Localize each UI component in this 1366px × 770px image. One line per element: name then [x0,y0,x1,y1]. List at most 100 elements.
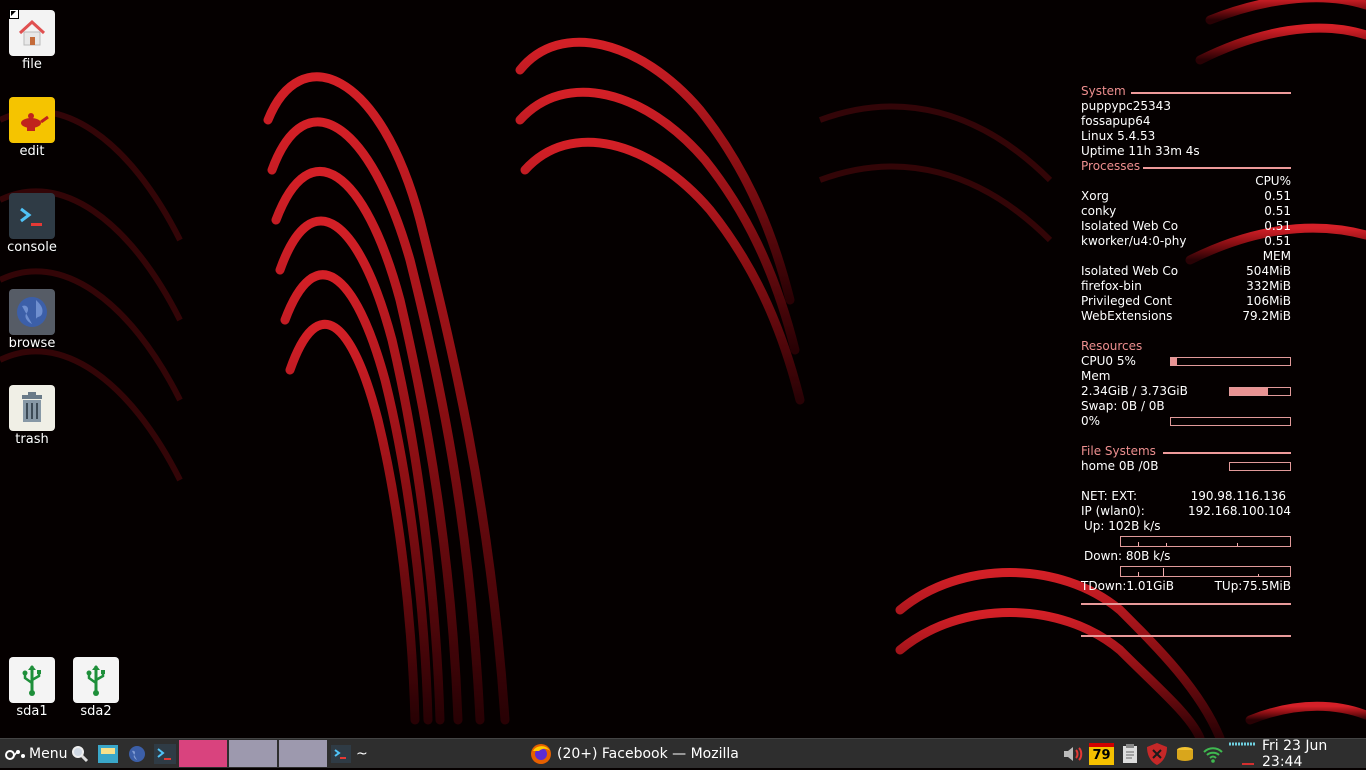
process-value: 0.51 [1264,189,1291,203]
conky-separator [1081,635,1291,637]
taskbar-task-firefox[interactable]: (20+) Facebook — Mozilla [530,739,739,768]
process-row: kworker/u4:0-phy 0.51 [1081,234,1291,249]
distro-name: fossapup64 [1081,114,1151,128]
section-heading: System [1081,84,1126,98]
launch-browser-button[interactable] [125,739,149,768]
globe-icon [129,745,145,762]
conky-separator [1081,603,1291,605]
upload-graph-row [1081,534,1291,549]
process-row: firefox-bin 332MiB [1081,279,1291,294]
wifi-icon [1203,746,1223,763]
uptime: Uptime 11h 33m 4s [1081,144,1200,158]
firewall-button[interactable] [1145,739,1169,768]
battery-value: 79 [1092,747,1111,763]
launch-terminal-button[interactable] [153,739,177,768]
desktop-icon-sda1[interactable]: sda1 [0,657,64,719]
process-row: Isolated Web Co 504MiB [1081,264,1291,279]
cpu-usage-row: CPU0 5% [1081,354,1291,369]
home-fs-row: home 0B /0B [1081,459,1291,474]
process-name: conky [1081,204,1117,218]
desktop-icon-edit[interactable]: edit [0,97,64,159]
download-speed: Down: 80B k/s [1084,549,1171,563]
process-value: 0.51 [1264,219,1291,233]
cpu-meter-icon [1229,742,1255,765]
desktop-icon-sda2[interactable]: sda2 [64,657,128,719]
mem-column-header: MEM [1262,249,1291,263]
taskbar-task-terminal[interactable]: ~ [331,739,368,768]
hostname: puppypc25343 [1081,99,1171,113]
process-row: Xorg 0.51 [1081,189,1291,204]
desktop-icon-label: sda1 [16,704,48,719]
battery-icon: 79 [1089,742,1114,765]
process-value: 332MiB [1246,279,1291,293]
desktop-icon [98,744,118,763]
section-processes: Processes [1081,159,1291,174]
terminal-icon [9,193,55,239]
menu-button[interactable]: Menu [4,739,67,768]
cpu-meter[interactable] [1228,739,1256,768]
process-name: Xorg [1081,189,1109,203]
workspace-1[interactable] [179,740,227,767]
kernel-version: Linux 5.4.53 [1081,129,1156,143]
firefox-icon [531,743,551,764]
search-icon [72,745,89,762]
external-ip: 190.98.116.136 [1190,489,1286,503]
section-system: System [1081,84,1291,99]
desktop-icon-label: sda2 [80,704,112,719]
section-heading: Processes [1081,159,1141,173]
volume-icon [1064,746,1083,761]
search-button[interactable] [68,739,92,768]
process-value: 106MiB [1246,294,1291,308]
total-upload: TUp:75.5MiB [1214,579,1291,593]
swap-percent: 0% [1081,414,1101,428]
menu-icon [5,749,25,760]
show-desktop-button[interactable] [96,739,120,768]
net-ip-row: IP (wlan0): 192.168.100.104 [1081,504,1291,519]
section-heading: Resources [1081,339,1143,353]
taskbar: Menu ~ (20+) Facebook — Mozilla 79 Fri 2… [0,738,1366,770]
swap-usage: Swap: 0B / 0B [1081,399,1165,413]
menu-label: Menu [29,745,68,762]
desktop-icon-label: trash [15,432,49,447]
desktop-icon-trash[interactable]: trash [0,385,64,447]
download-graph [1120,566,1291,577]
desktop-icon-console[interactable]: console [0,193,64,255]
clipboard-button[interactable] [1118,739,1142,768]
process-row: Isolated Web Co 0.51 [1081,219,1291,234]
swap-percent-row: 0% [1081,414,1291,429]
process-name: Isolated Web Co [1081,264,1179,278]
desktop-icon-browse[interactable]: browse [0,289,64,351]
cpu-usage-label: CPU0 5% [1081,354,1136,368]
shield-icon [1147,742,1167,765]
network-button[interactable] [1201,739,1225,768]
process-row: WebExtensions 79.2MiB [1081,309,1291,324]
process-row: conky 0.51 [1081,204,1291,219]
download-graph-row [1081,564,1291,579]
drive-icon [1177,746,1193,761]
desktop-icon-label: browse [8,336,56,351]
volume-button[interactable] [1061,739,1085,768]
clock[interactable]: Fri 23 Jun 23:44 [1262,738,1366,770]
workspace-2[interactable] [229,740,277,767]
process-name: Isolated Web Co [1081,219,1179,233]
workspace-3[interactable] [279,740,327,767]
mem-usage-value: 2.34GiB / 3.73GiB [1081,384,1188,398]
globe-icon [9,289,55,335]
section-resources: Resources [1081,339,1291,354]
mem-usage-row: 2.34GiB / 3.73GiB [1081,384,1291,399]
battery-indicator[interactable]: 79 [1089,739,1114,768]
cpu-column-header: CPU% [1255,174,1291,188]
net-ip-label: IP (wlan0): [1081,504,1145,518]
heading-rule [1131,92,1291,94]
process-row: Privileged Cont 106MiB [1081,294,1291,309]
section-heading: File Systems [1081,444,1156,458]
net-ext-row: NET: EXT: 190.98.116.136 [1081,489,1291,504]
drives-button[interactable] [1173,739,1197,768]
mouse-cursor [9,9,19,19]
process-value: 79.2MiB [1242,309,1291,323]
usb-icon [73,657,119,703]
section-filesystems: File Systems [1081,444,1291,459]
desktop-icon-label: edit [19,144,45,159]
wlan-ip: 192.168.100.104 [1187,504,1291,518]
desktop-icon-file[interactable]: file [0,10,64,72]
